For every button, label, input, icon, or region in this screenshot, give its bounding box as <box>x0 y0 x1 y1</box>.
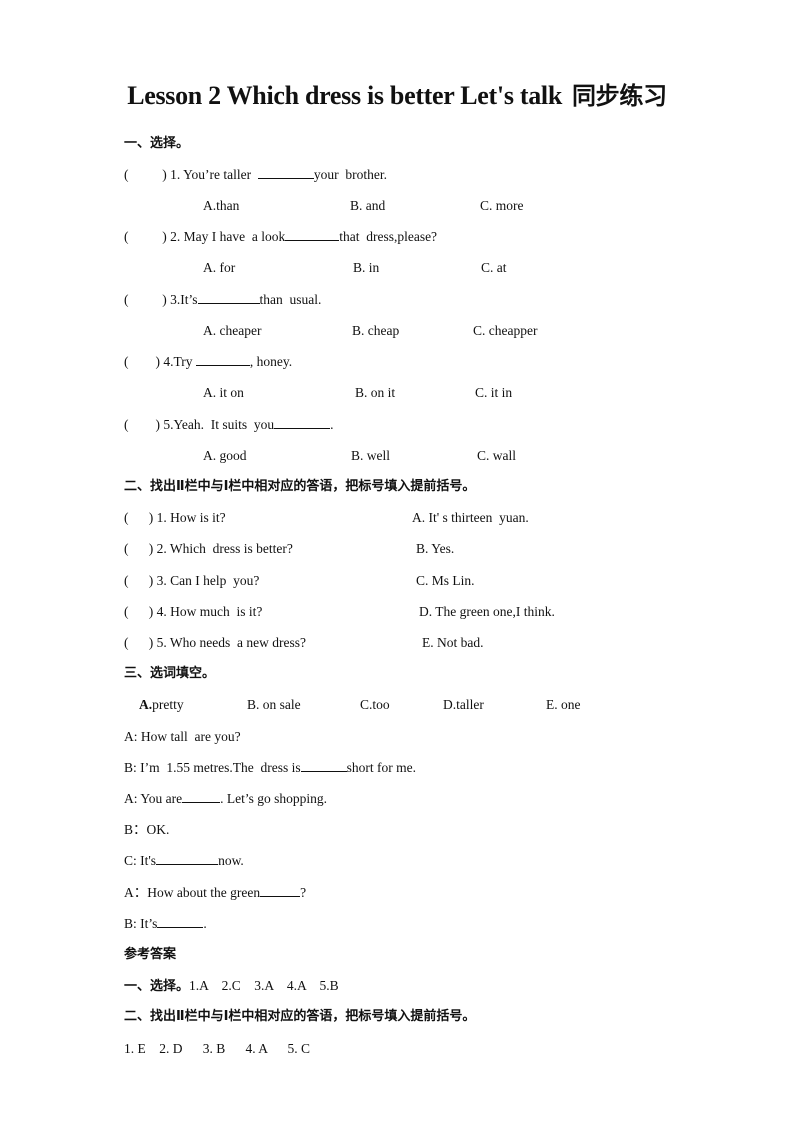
option-a: A.than <box>203 198 240 213</box>
option-b: B. and <box>350 198 386 213</box>
dialogue-line: A: How tall are you? <box>124 729 241 744</box>
dialogue-line: B: It’s. <box>124 915 207 931</box>
word-bank-item: A.pretty <box>139 697 184 712</box>
match-answer: A. It' s thirteen yuan. <box>412 510 529 525</box>
answer-key-section2-heading: 二、找出Ⅱ栏中与Ⅰ栏中相对应的答语，把标号填入提前括号。 <box>124 1009 476 1024</box>
answer-key-heading: 参考答案 <box>124 947 177 962</box>
answer-blank[interactable] <box>285 228 340 241</box>
option-c: C. at <box>481 260 507 275</box>
page-title: Lesson 2 Which dress is better Let's tal… <box>0 76 794 111</box>
answer-key-section2: 1. E 2. D 3. B 4. A 5. C <box>124 1041 311 1056</box>
word-bank-item: D.taller <box>443 697 484 712</box>
match-question: ( ) 3. Can I help you? <box>124 573 260 588</box>
fill-blank[interactable] <box>182 790 221 803</box>
dialogue-line: B: I’m 1.55 metres.The dress is short for… <box>124 759 416 775</box>
question-4: ( ) 4.Try , honey. <box>124 353 293 369</box>
option-a: A. for <box>203 260 236 275</box>
answer-blank[interactable] <box>195 353 250 366</box>
match-answer: E. Not bad. <box>422 635 484 650</box>
option-c: C. wall <box>477 448 516 463</box>
option-c: C. it in <box>475 385 513 400</box>
option-c: C. cheapper <box>473 323 538 338</box>
question-3: ( ) 3.It’s than usual. <box>124 291 322 307</box>
option-a: A. it on <box>203 385 244 400</box>
section1-heading: 一、选择。 <box>124 136 190 151</box>
match-answer: D. The green one,I think. <box>419 604 555 619</box>
fill-blank[interactable] <box>156 852 219 865</box>
word-bank-item: C.too <box>360 697 390 712</box>
dialogue-line: A：How about the green? <box>124 884 307 900</box>
answer-blank[interactable] <box>274 416 331 429</box>
option-b: B. well <box>351 448 390 463</box>
option-b: B. cheap <box>352 323 400 338</box>
question-5: ( ) 5.Yeah. It suits you. <box>124 416 334 432</box>
option-a: A. good <box>203 448 247 463</box>
match-question: ( ) 1. How is it? <box>124 510 226 525</box>
title-chinese: 同步练习 <box>571 82 667 110</box>
word-bank-item: B. on sale <box>247 697 301 712</box>
title-english: Lesson 2 Which dress is better Let's tal… <box>127 81 562 110</box>
match-question: ( ) 5. Who needs a new dress? <box>124 635 306 650</box>
answer-blank[interactable] <box>197 291 260 304</box>
option-a: A. cheaper <box>203 323 262 338</box>
match-answer: C. Ms Lin. <box>416 573 475 588</box>
question-1: ( ) 1. You’re taller your brother. <box>124 166 387 182</box>
option-b: B. on it <box>355 385 396 400</box>
word-bank-item: E. one <box>546 697 581 712</box>
fill-blank[interactable] <box>157 915 204 928</box>
section3-heading: 三、选词填空。 <box>124 666 216 681</box>
fill-blank[interactable] <box>300 759 347 772</box>
dialogue-line: B：OK. <box>124 822 170 837</box>
option-c: C. more <box>480 198 524 213</box>
match-question: ( ) 4. How much is it? <box>124 604 263 619</box>
section2-heading: 二、找出Ⅱ栏中与Ⅰ栏中相对应的答语，把标号填入提前括号。 <box>124 479 476 494</box>
dialogue-line: A: You are. Let’s go shopping. <box>124 790 328 806</box>
match-answer: B. Yes. <box>416 541 455 556</box>
question-2: ( ) 2. May I have a look that dress,pleas… <box>124 228 438 244</box>
answer-blank[interactable] <box>257 166 314 179</box>
match-question: ( ) 2. Which dress is better? <box>124 541 293 556</box>
option-b: B. in <box>353 260 380 275</box>
dialogue-line: C: It's now. <box>124 852 244 868</box>
answer-key-section1: 一、选择。1.A 2.C 3.A 4.A 5.B <box>124 978 339 994</box>
fill-blank[interactable] <box>260 884 301 897</box>
